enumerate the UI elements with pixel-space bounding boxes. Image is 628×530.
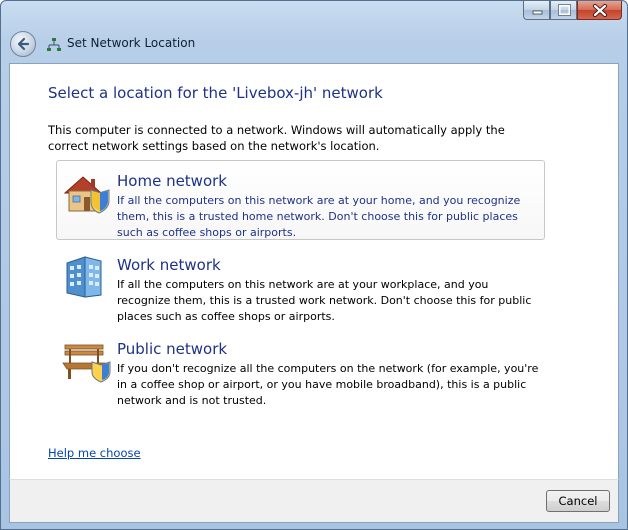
option-work-network[interactable]: Work network If all the computers on thi…: [56, 244, 545, 324]
intro-text: This computer is connected to a network.…: [48, 123, 505, 153]
title-bar: Set Network Location: [1, 1, 627, 63]
network-icon: [47, 38, 61, 51]
help-me-choose-link[interactable]: Help me choose: [48, 446, 141, 460]
content-panel: Select a location for the 'Livebox-jh' n…: [9, 63, 619, 479]
minimize-icon: [532, 10, 543, 15]
public-network-icon: [62, 344, 111, 383]
minimize-button[interactable]: [523, 1, 550, 20]
option-description: If all the computers on this network are…: [117, 278, 532, 323]
option-title: Work network: [117, 256, 221, 274]
cancel-button[interactable]: Cancel: [546, 490, 610, 512]
option-home-network[interactable]: Home network If all the computers on thi…: [56, 160, 545, 240]
page-title: Select a location for the 'Livebox-jh' n…: [48, 84, 383, 102]
option-title: Home network: [117, 172, 227, 190]
maximize-button[interactable]: [550, 1, 577, 20]
dialog-window: Set Network Location Select a location f…: [0, 0, 628, 530]
work-network-icon: [66, 256, 102, 298]
maximize-icon: [558, 4, 571, 16]
option-description: If all the computers on this network are…: [117, 194, 521, 239]
option-description: If you don't recognize all the computers…: [117, 362, 539, 407]
home-network-icon: [63, 176, 110, 214]
close-button[interactable]: [577, 1, 622, 20]
back-arrow-icon: [17, 37, 30, 51]
window-title: Set Network Location: [67, 36, 196, 50]
option-public-network[interactable]: Public network If you don't recognize al…: [56, 328, 545, 408]
close-icon: [593, 4, 607, 17]
back-button[interactable]: [10, 31, 36, 57]
caption-buttons: [523, 1, 622, 21]
dialog-footer: Cancel: [9, 479, 619, 523]
option-title: Public network: [117, 340, 228, 358]
